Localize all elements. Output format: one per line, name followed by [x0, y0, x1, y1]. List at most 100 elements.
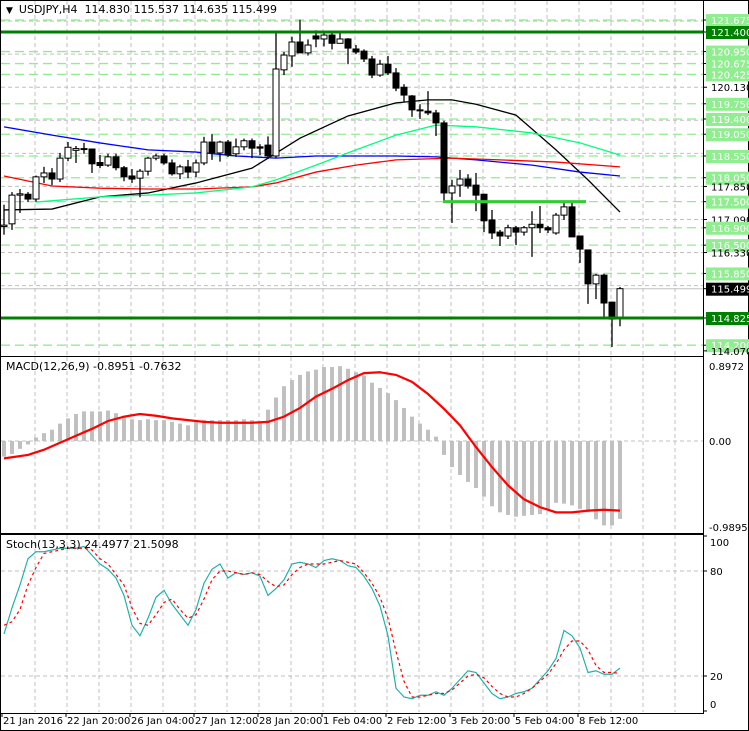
- stoch-axis-label: 20: [710, 672, 723, 683]
- macd-bar: [602, 441, 606, 526]
- candle-bullish: [272, 68, 280, 157]
- candle-bearish: [128, 175, 136, 180]
- macd-bar: [490, 441, 494, 507]
- macd-bar: [154, 420, 158, 441]
- macd-bar: [322, 367, 326, 441]
- collapse-triangle-icon[interactable]: ▼: [6, 6, 13, 16]
- macd-bar: [90, 411, 94, 441]
- macd-bar: [586, 441, 590, 513]
- candle-bearish: [312, 35, 320, 40]
- macd-bar: [402, 407, 406, 441]
- candle-bullish: [528, 223, 536, 229]
- candle-bearish: [392, 72, 400, 89]
- macd-bar: [82, 411, 86, 441]
- stoch-axis-label: 100: [710, 538, 729, 549]
- candle-bullish: [216, 141, 224, 154]
- time-axis-label: 5 Feb 04:00: [515, 716, 574, 727]
- macd-bar: [434, 436, 438, 441]
- candle-bullish: [560, 206, 568, 216]
- price-label: 114.825: [711, 314, 749, 325]
- time-axis-label: 28 Jan 20:00: [259, 716, 322, 727]
- macd-bar: [42, 433, 46, 441]
- candle-bearish: [432, 112, 440, 124]
- stoch-axis-label: 80: [710, 567, 723, 578]
- candle-bearish: [408, 95, 416, 111]
- macd-bar: [506, 441, 510, 515]
- stoch-axis-label: 0: [710, 700, 716, 711]
- candle-bullish: [0, 224, 8, 227]
- macd-bar: [378, 387, 382, 441]
- macd-bar: [106, 410, 110, 441]
- time-axis-label: 1 Feb 04:00: [323, 716, 382, 727]
- candle-bearish: [248, 140, 256, 149]
- stoch-title: Stoch(13,3,3) 24.4977 21.5098: [6, 538, 179, 551]
- candle-bullish: [136, 170, 144, 179]
- candle-bearish: [464, 178, 472, 187]
- candle-bearish: [352, 48, 360, 53]
- candle-bearish: [264, 144, 272, 157]
- candle-bearish: [224, 141, 232, 156]
- candle-bullish: [520, 227, 528, 233]
- candle-bearish: [344, 38, 352, 49]
- macd-bar: [58, 423, 62, 441]
- macd-bar: [202, 420, 206, 441]
- macd-bar: [34, 437, 38, 441]
- candle-bearish: [416, 109, 424, 112]
- candle-bearish: [112, 156, 120, 169]
- candle-bearish: [256, 146, 264, 149]
- macd-bar: [450, 441, 454, 468]
- candle-bullish: [320, 34, 328, 40]
- candle-bullish: [456, 178, 464, 186]
- candle-bullish: [56, 157, 64, 180]
- candle-bullish: [32, 176, 40, 200]
- candle-bearish: [584, 249, 592, 285]
- candle-bullish: [144, 157, 152, 172]
- macd-bar: [426, 429, 430, 441]
- macd-bar: [2, 441, 6, 457]
- candle-bullish: [288, 41, 296, 57]
- time-axis-label: 8 Feb 12:00: [579, 716, 638, 727]
- macd-bar: [482, 441, 486, 497]
- macd-bar: [514, 441, 518, 517]
- candle-bullish: [80, 148, 88, 151]
- macd-bar: [186, 425, 190, 441]
- macd-bar: [138, 420, 142, 441]
- macd-bar: [410, 416, 414, 441]
- candle-bearish: [160, 155, 168, 164]
- macd-bar: [522, 441, 526, 516]
- macd-axis-label: 0.00: [709, 437, 731, 448]
- macd-bar: [10, 441, 14, 455]
- candle-bullish: [336, 38, 344, 44]
- macd-bar: [282, 386, 286, 441]
- price-label: 119.750: [711, 100, 749, 111]
- candle-bearish: [568, 206, 576, 238]
- macd-bar: [162, 420, 166, 441]
- candle-bullish: [240, 140, 248, 148]
- macd-bar: [370, 382, 374, 441]
- macd-bar: [466, 441, 470, 482]
- candle-bullish: [152, 155, 160, 159]
- price-label: 116.330: [711, 249, 749, 260]
- price-label: 115.850: [711, 269, 749, 280]
- macd-bar: [330, 367, 334, 441]
- time-axis-label: 26 Jan 04:00: [131, 716, 194, 727]
- candle-bullish: [232, 146, 240, 155]
- candle-bullish: [40, 172, 48, 178]
- candle-bullish: [200, 141, 208, 164]
- candle-bearish: [96, 162, 104, 167]
- chart-header: ▼ USDJPY,H4 114.830 115.537 114.635 115.4…: [6, 3, 277, 16]
- macd-bar: [146, 419, 150, 441]
- candle-bearish: [384, 63, 392, 74]
- price-label: 116.900: [711, 224, 749, 235]
- candle-bearish: [600, 274, 608, 304]
- price-label: 120.950: [711, 48, 749, 59]
- price-label: 114.070: [711, 347, 749, 358]
- candle-bearish: [208, 141, 216, 154]
- candle-bullish: [280, 54, 288, 71]
- time-axis-label: 27 Jan 12:00: [195, 716, 258, 727]
- candle-bullish: [552, 214, 560, 234]
- macd-bar: [442, 441, 446, 455]
- price-label: 121.400: [711, 28, 749, 39]
- macd-bar: [18, 441, 22, 449]
- candle-bearish: [536, 223, 544, 229]
